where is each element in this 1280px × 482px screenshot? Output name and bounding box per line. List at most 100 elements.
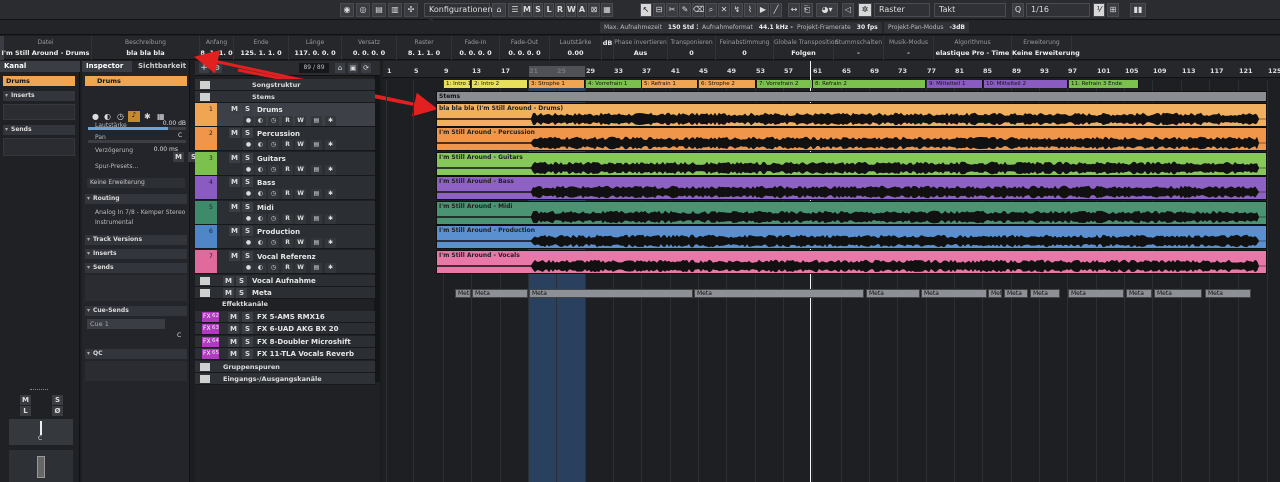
track-row[interactable]: 7 Vocal Referenz M S ● ◐ ◷ R W ▤ ✱ <box>195 250 375 274</box>
track-rec-icon[interactable]: R <box>282 140 293 150</box>
track-row[interactable]: 5 Midi M S ● ◐ ◷ R W ▤ ✱ <box>195 201 375 225</box>
track-monitor-icon[interactable]: ◐ <box>255 189 266 199</box>
fx-track[interactable]: FX 62 M S FX 5-AMS RMX16 <box>195 311 375 323</box>
song-marker[interactable]: 6: Strophe 2 <box>699 80 756 88</box>
track-edit-icon[interactable]: ▤ <box>311 165 322 175</box>
track-write-icon[interactable]: W <box>295 189 306 199</box>
meta-event[interactable]: Meta <box>455 289 471 298</box>
track-solo-button[interactable]: S <box>242 226 253 236</box>
track-monitor-icon[interactable]: ◐ <box>255 165 266 175</box>
fx-solo-button[interactable]: S <box>242 312 253 322</box>
track-timebase-icon[interactable]: ◷ <box>268 189 279 199</box>
fx-mute-button[interactable]: M <box>228 349 239 359</box>
track-record-icon[interactable]: ● <box>243 214 254 224</box>
track-record-icon[interactable]: ● <box>243 165 254 175</box>
track-edit-icon[interactable]: ▤ <box>311 214 322 224</box>
track-rec-icon[interactable]: R <box>282 165 293 175</box>
track-monitor-icon[interactable]: ◐ <box>255 214 266 224</box>
track-solo-button[interactable]: S <box>242 202 253 212</box>
track-rec-icon[interactable]: R <box>282 263 293 273</box>
meta-event[interactable]: Meta <box>694 289 864 298</box>
track-write-icon[interactable]: W <box>295 140 306 150</box>
meta-event[interactable]: Meta <box>866 289 920 298</box>
track-rec-icon[interactable]: R <box>282 189 293 199</box>
meta-event[interactable]: Meta <box>1126 289 1152 298</box>
track-write-icon[interactable]: W <box>295 214 306 224</box>
song-marker[interactable]: 4: Vorrefrain 1 <box>586 80 642 88</box>
meta-event[interactable]: Meta <box>988 289 1002 298</box>
folder-track[interactable]: M S Meta <box>195 287 375 299</box>
audio-event[interactable]: I'm Still Around - Vocals <box>436 250 1267 274</box>
folder-track[interactable]: Gruppenspuren <box>195 361 375 373</box>
track-rec-icon[interactable]: R <box>282 116 293 126</box>
track-record-icon[interactable]: ● <box>243 116 254 126</box>
track-mute-button[interactable]: M <box>229 202 240 212</box>
track-row[interactable]: 6 Production M S ● ◐ ◷ R W ▤ ✱ <box>195 225 375 249</box>
track-freeze-icon[interactable]: ✱ <box>325 116 336 126</box>
track-edit-icon[interactable]: ▤ <box>311 116 322 126</box>
meta-event[interactable]: Meta <box>921 289 987 298</box>
track-mute-button[interactable]: M <box>229 104 240 114</box>
track-monitor-icon[interactable]: ◐ <box>255 116 266 126</box>
track-monitor-icon[interactable]: ◐ <box>255 263 266 273</box>
song-marker[interactable]: 3: Strophe 1 <box>529 80 585 88</box>
folder-mute-button[interactable]: M <box>223 288 234 298</box>
audio-event[interactable]: bla bla bla (I'm Still Around - Drums) <box>436 103 1267 127</box>
track-mute-button[interactable]: M <box>229 251 240 261</box>
meta-event[interactable]: Meta <box>1030 289 1060 298</box>
audio-event[interactable]: I'm Still Around - Guitars <box>436 152 1267 176</box>
fx-solo-button[interactable]: S <box>242 337 253 347</box>
meta-event[interactable]: Meta <box>529 289 693 298</box>
track-freeze-icon[interactable]: ✱ <box>325 214 336 224</box>
track-monitor-icon[interactable]: ◐ <box>255 140 266 150</box>
track-record-icon[interactable]: ● <box>243 140 254 150</box>
track-solo-button[interactable]: S <box>242 177 253 187</box>
audio-event[interactable]: I'm Still Around - Midi <box>436 201 1267 225</box>
folder-track[interactable]: Songstruktur <box>195 79 375 91</box>
song-marker[interactable]: 5: Refrain 1 <box>642 80 698 88</box>
track-solo-button[interactable]: S <box>242 251 253 261</box>
track-record-icon[interactable]: ● <box>243 263 254 273</box>
audio-event[interactable]: I'm Still Around - Bass <box>436 176 1267 200</box>
track-timebase-icon[interactable]: ◷ <box>268 263 279 273</box>
cycle-marker[interactable] <box>529 66 585 77</box>
folder-solo-button[interactable]: S <box>236 288 247 298</box>
song-marker[interactable]: 11: Refrain 3 Ende <box>1069 80 1139 88</box>
fx-mute-button[interactable]: M <box>228 324 239 334</box>
track-edit-icon[interactable]: ▤ <box>311 140 322 150</box>
track-edit-icon[interactable]: ▤ <box>311 238 322 248</box>
track-write-icon[interactable]: W <box>295 263 306 273</box>
track-record-icon[interactable]: ● <box>243 189 254 199</box>
song-marker[interactable]: 1: Intro 1 <box>444 80 471 88</box>
song-marker[interactable]: 7: Vorrefrain 2 <box>757 80 813 88</box>
song-marker[interactable]: 10: Mittelteil 2 <box>984 80 1068 88</box>
song-marker[interactable]: 9: Mittelteil 1 <box>927 80 983 88</box>
track-mute-button[interactable]: M <box>229 153 240 163</box>
track-row[interactable]: 2 Percussion M S ● ◐ ◷ R W ▤ ✱ <box>195 127 375 151</box>
track-write-icon[interactable]: W <box>295 238 306 248</box>
track-write-icon[interactable]: W <box>295 116 306 126</box>
folder-track[interactable]: M S Vocal Aufnahme <box>195 275 375 287</box>
track-freeze-icon[interactable]: ✱ <box>325 263 336 273</box>
folder-mute-button[interactable]: M <box>223 276 234 286</box>
track-row[interactable]: 3 Guitars M S ● ◐ ◷ R W ▤ ✱ <box>195 152 375 176</box>
meta-event[interactable]: Meta <box>1205 289 1251 298</box>
song-marker[interactable]: 2: Intro 2 <box>472 80 528 88</box>
track-rec-icon[interactable]: R <box>282 238 293 248</box>
track-rec-icon[interactable]: R <box>282 214 293 224</box>
track-solo-button[interactable]: S <box>242 128 253 138</box>
folder-track[interactable]: Eingangs-/Ausgangskanäle <box>195 373 375 385</box>
meta-event[interactable]: Meta <box>1004 289 1028 298</box>
track-mute-button[interactable]: M <box>229 128 240 138</box>
audio-event[interactable]: I'm Still Around - Percussion <box>436 127 1267 151</box>
track-timebase-icon[interactable]: ◷ <box>268 116 279 126</box>
fx-solo-button[interactable]: S <box>242 349 253 359</box>
track-mute-button[interactable]: M <box>229 177 240 187</box>
track-write-icon[interactable]: W <box>295 165 306 175</box>
track-record-icon[interactable]: ● <box>243 238 254 248</box>
meta-event[interactable]: Meta <box>1068 289 1124 298</box>
track-freeze-icon[interactable]: ✱ <box>325 140 336 150</box>
track-solo-button[interactable]: S <box>242 153 253 163</box>
track-freeze-icon[interactable]: ✱ <box>325 189 336 199</box>
song-marker[interactable]: 8: Refrain 2 <box>813 80 926 88</box>
